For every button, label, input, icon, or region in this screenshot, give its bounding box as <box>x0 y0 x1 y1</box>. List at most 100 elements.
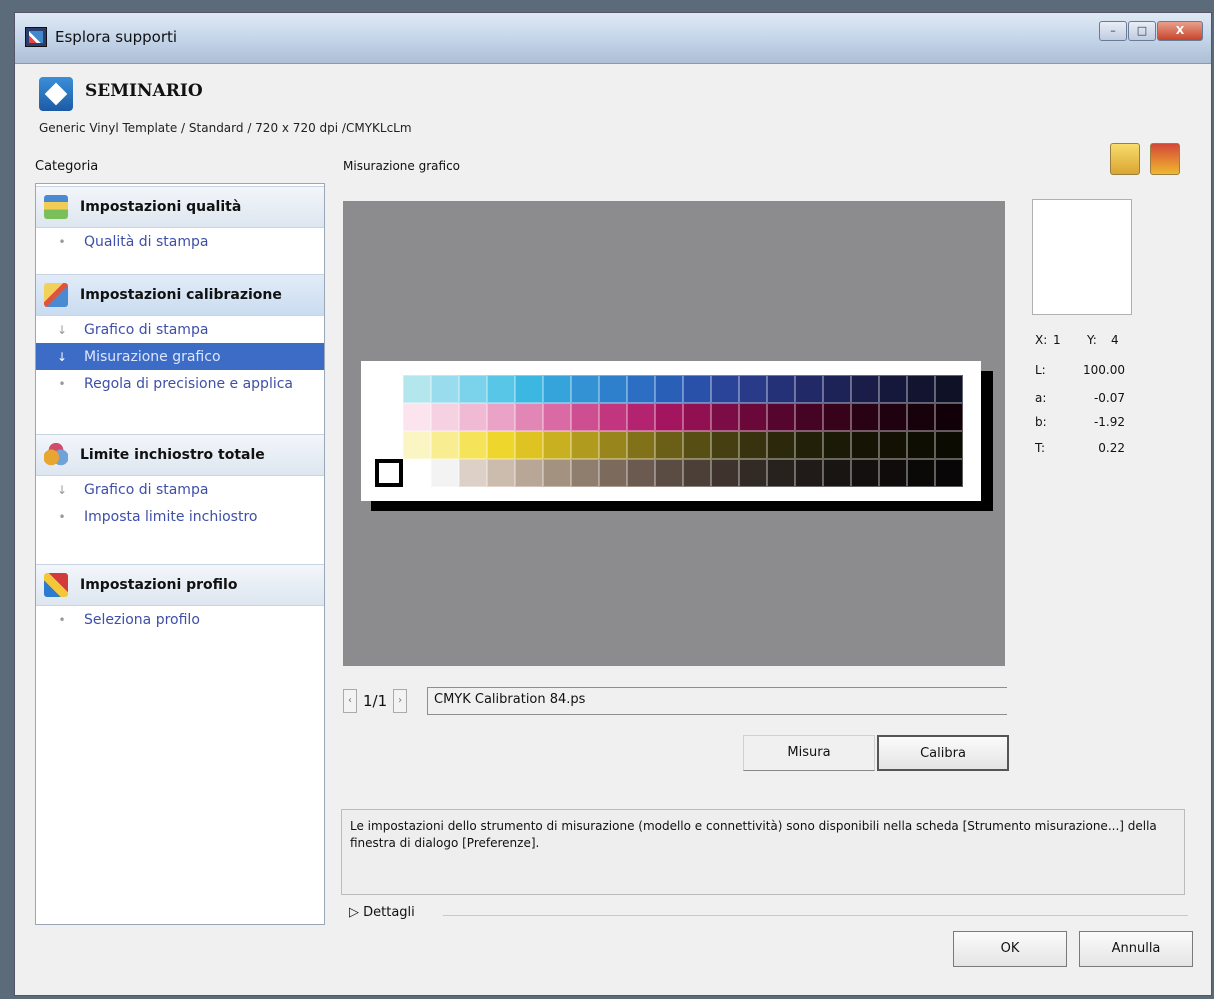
color-patch[interactable] <box>767 459 795 487</box>
cancel-button[interactable]: Annulla <box>1079 931 1193 967</box>
color-patch[interactable] <box>683 403 711 431</box>
color-patch[interactable] <box>571 403 599 431</box>
color-patch[interactable] <box>571 375 599 403</box>
color-patch[interactable] <box>739 431 767 459</box>
color-patch[interactable] <box>403 431 431 459</box>
sidebar-item-fine-adjust-apply[interactable]: • Regola di precisione e applica <box>36 370 324 397</box>
color-patch[interactable] <box>767 431 795 459</box>
color-patch[interactable] <box>739 459 767 487</box>
color-patch[interactable] <box>543 375 571 403</box>
color-patch[interactable] <box>571 431 599 459</box>
color-patch[interactable] <box>515 459 543 487</box>
color-patch[interactable] <box>459 403 487 431</box>
color-patch[interactable] <box>487 375 515 403</box>
color-patch[interactable] <box>823 403 851 431</box>
calibrate-button[interactable]: Calibra <box>877 735 1009 771</box>
color-patch[interactable] <box>431 375 459 403</box>
color-patch[interactable] <box>851 431 879 459</box>
color-patch[interactable] <box>571 459 599 487</box>
color-patch[interactable] <box>599 459 627 487</box>
color-patch[interactable] <box>711 459 739 487</box>
next-page-button[interactable]: › <box>393 689 408 713</box>
color-patch[interactable] <box>543 431 571 459</box>
color-patch[interactable] <box>823 459 851 487</box>
sidebar-item-print-chart[interactable]: ↓ Grafico di stampa <box>36 476 324 503</box>
color-patch[interactable] <box>627 459 655 487</box>
color-patch[interactable] <box>739 403 767 431</box>
color-patch[interactable] <box>823 431 851 459</box>
color-patch[interactable] <box>907 375 935 403</box>
color-patch[interactable] <box>543 459 571 487</box>
color-patch[interactable] <box>403 403 431 431</box>
color-patch[interactable] <box>403 375 431 403</box>
color-patch[interactable] <box>879 431 907 459</box>
color-patch[interactable] <box>879 403 907 431</box>
color-patch[interactable] <box>851 403 879 431</box>
close-button[interactable]: X <box>1157 21 1203 41</box>
color-patch[interactable] <box>879 459 907 487</box>
color-patch[interactable] <box>627 403 655 431</box>
color-patch[interactable] <box>767 403 795 431</box>
sidebar-item-select-profile[interactable]: • Seleziona profilo <box>36 606 324 633</box>
color-patch[interactable] <box>795 375 823 403</box>
maximize-button[interactable]: □ <box>1128 21 1156 41</box>
color-patch[interactable] <box>795 403 823 431</box>
prev-page-button[interactable]: ‹ <box>343 689 357 713</box>
color-patch[interactable] <box>487 459 515 487</box>
group-header[interactable]: Impostazioni calibrazione <box>36 274 324 316</box>
color-patch[interactable] <box>459 431 487 459</box>
color-patch[interactable] <box>795 459 823 487</box>
color-patch[interactable] <box>599 431 627 459</box>
group-header[interactable]: Impostazioni qualità <box>36 186 324 228</box>
color-patch[interactable] <box>795 431 823 459</box>
color-patch[interactable] <box>739 375 767 403</box>
color-patch[interactable] <box>767 375 795 403</box>
color-patch[interactable] <box>711 403 739 431</box>
color-patch[interactable] <box>487 403 515 431</box>
color-patch[interactable] <box>627 375 655 403</box>
color-patch[interactable] <box>907 431 935 459</box>
open-folder-icon[interactable] <box>1110 143 1140 175</box>
color-patch[interactable] <box>907 403 935 431</box>
color-patch[interactable] <box>599 375 627 403</box>
color-patch[interactable] <box>851 375 879 403</box>
color-patch[interactable] <box>879 375 907 403</box>
color-patch[interactable] <box>431 459 459 487</box>
color-patch[interactable] <box>683 459 711 487</box>
color-patch[interactable] <box>683 431 711 459</box>
color-patch[interactable] <box>599 403 627 431</box>
sidebar-item-print-quality[interactable]: • Qualità di stampa <box>36 228 324 255</box>
color-patch[interactable] <box>907 459 935 487</box>
color-patch[interactable] <box>515 403 543 431</box>
color-patch[interactable] <box>935 403 963 431</box>
color-patch[interactable] <box>711 431 739 459</box>
color-patch[interactable] <box>459 375 487 403</box>
color-patch[interactable] <box>431 431 459 459</box>
color-patch[interactable] <box>655 403 683 431</box>
sidebar-item-set-ink-limit[interactable]: • Imposta limite inchiostro <box>36 503 324 530</box>
color-patch[interactable] <box>711 375 739 403</box>
color-patch[interactable] <box>515 375 543 403</box>
color-patch[interactable] <box>935 459 963 487</box>
color-patch[interactable] <box>431 403 459 431</box>
color-patch[interactable] <box>935 375 963 403</box>
color-patch[interactable] <box>655 459 683 487</box>
color-patch[interactable] <box>935 431 963 459</box>
color-patch[interactable] <box>823 375 851 403</box>
color-patch[interactable] <box>655 375 683 403</box>
color-patch[interactable] <box>655 431 683 459</box>
color-patch[interactable] <box>459 459 487 487</box>
color-patch[interactable] <box>375 375 403 403</box>
save-icon[interactable] <box>1150 143 1180 175</box>
color-patch[interactable] <box>851 459 879 487</box>
color-patch[interactable] <box>627 431 655 459</box>
measure-button[interactable]: Misura <box>743 735 875 771</box>
color-patch[interactable] <box>375 403 403 431</box>
color-patch[interactable] <box>403 459 431 487</box>
group-header[interactable]: Limite inchiostro totale <box>36 434 324 476</box>
color-patch[interactable] <box>683 375 711 403</box>
color-patch[interactable] <box>375 431 403 459</box>
details-expander[interactable]: ▷ Dettagli <box>349 905 415 920</box>
color-patch[interactable] <box>515 431 543 459</box>
group-header[interactable]: Impostazioni profilo <box>36 564 324 606</box>
